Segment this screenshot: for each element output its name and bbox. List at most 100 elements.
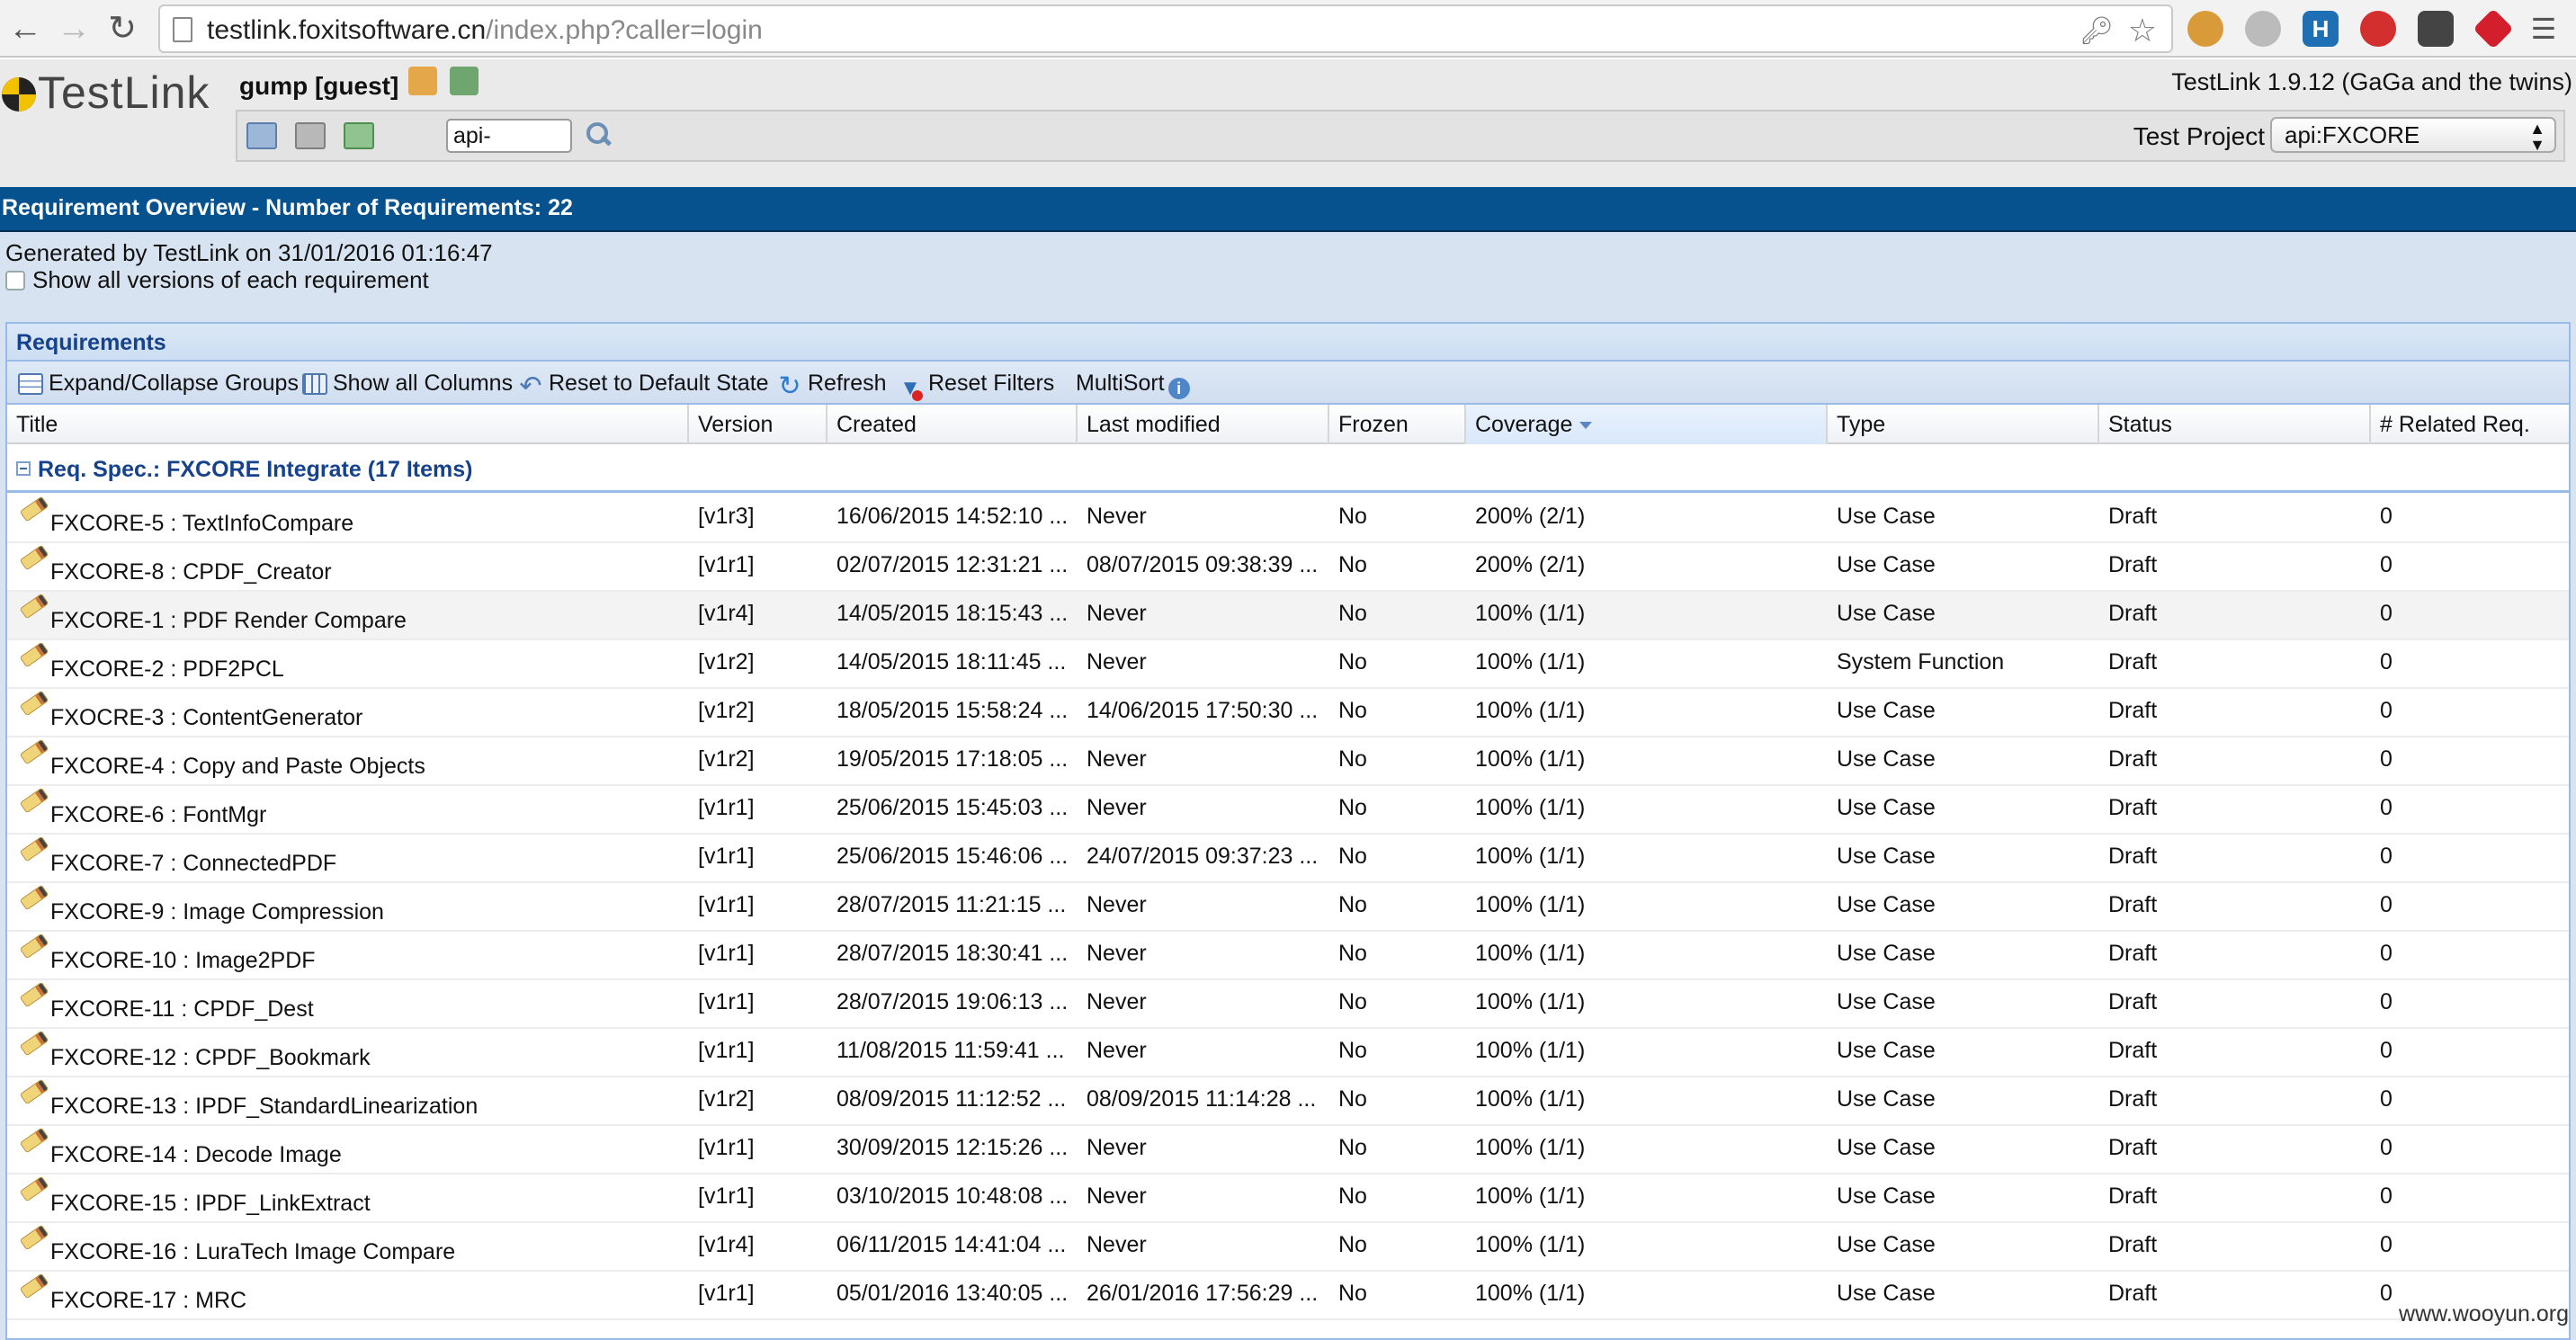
- table-row[interactable]: FXCORE-10 : Image2PDF [v1r1] 28/07/2015 18…: [7, 932, 2569, 980]
- edit-pencil-icon[interactable]: [21, 934, 48, 958]
- cell-title[interactable]: FXOCRE-3 : ContentGenerator: [50, 705, 362, 731]
- table-row[interactable]: FXCORE-17 : MRC [v1r1] 05/01/2016 13:40:05…: [7, 1272, 2569, 1320]
- expand-collapse-button[interactable]: Expand/Collapse Groups: [18, 367, 299, 399]
- cell-title[interactable]: FXCORE-10 : Image2PDF: [50, 948, 316, 974]
- table-row[interactable]: FXCORE-2 : PDF2PCL [v1r2] 14/05/2015 18:11…: [7, 640, 2569, 689]
- cookie-extension-icon[interactable]: [2187, 11, 2223, 47]
- multisort-button[interactable]: MultiSort i: [1076, 367, 1190, 399]
- column-title[interactable]: Title: [7, 405, 689, 444]
- table-row[interactable]: FXCORE-14 : Decode Image [v1r1] 30/09/2015…: [7, 1126, 2569, 1175]
- edit-pencil-icon[interactable]: [21, 837, 48, 861]
- cell-title[interactable]: FXCORE-8 : CPDF_Creator: [50, 559, 332, 585]
- column-version[interactable]: Version: [689, 405, 827, 444]
- table-row[interactable]: FXCORE-13 : IPDF_StandardLinearization [v…: [7, 1077, 2569, 1126]
- table-row[interactable]: FXCORE-8 : CPDF_Creator [v1r1] 02/07/2015 …: [7, 543, 2569, 592]
- column-last-modified[interactable]: Last modified: [1078, 405, 1329, 444]
- table-row[interactable]: FXCORE-6 : FontMgr [v1r1] 25/06/2015 15:45…: [7, 786, 2569, 835]
- edit-pencil-icon[interactable]: [21, 1274, 48, 1298]
- cell-type: System Function: [1837, 649, 2005, 674]
- reset-filters-button[interactable]: ▼ Reset Filters: [898, 367, 1054, 401]
- edit-pencil-icon[interactable]: [21, 983, 48, 1006]
- cell-title[interactable]: FXCORE-11 : CPDF_Dest: [50, 996, 314, 1023]
- home-icon[interactable]: [246, 122, 277, 149]
- cell-related-req: 0: [2380, 601, 2393, 626]
- edit-pencil-icon[interactable]: [21, 1080, 48, 1103]
- cell-title[interactable]: FXCORE-2 : PDF2PCL: [50, 657, 284, 683]
- key-icon[interactable]: 🔑︎: [2080, 15, 2114, 47]
- edit-pencil-icon[interactable]: [21, 1226, 48, 1249]
- edit-pencil-icon[interactable]: [21, 1129, 48, 1152]
- column-status[interactable]: Status: [2099, 405, 2371, 444]
- menu-icon[interactable]: ☰: [2526, 9, 2562, 49]
- cell-created: 14/05/2015 18:15:43 ...: [836, 601, 1069, 626]
- edit-pencil-icon[interactable]: [21, 1032, 48, 1055]
- reload-icon[interactable]: ↻: [104, 9, 140, 49]
- edit-pencil-icon[interactable]: [21, 886, 48, 909]
- cell-frozen: No: [1338, 1281, 1367, 1306]
- browser-toolbar: ← → ↻ testlink.foxitsoftware.cn/index.ph…: [0, 0, 2576, 58]
- evernote-extension-icon[interactable]: [2418, 11, 2454, 47]
- edit-pencil-icon[interactable]: [21, 643, 48, 666]
- table-row[interactable]: FXCORE-7 : ConnectedPDF [v1r1] 25/06/2015 …: [7, 835, 2569, 883]
- bookmark-star-icon[interactable]: ☆: [2128, 12, 2157, 49]
- cart-icon[interactable]: [295, 122, 326, 149]
- column-frozen[interactable]: Frozen: [1329, 405, 1466, 444]
- cell-title[interactable]: FXCORE-12 : CPDF_Bookmark: [50, 1045, 371, 1071]
- h-extension-icon[interactable]: H: [2303, 11, 2339, 47]
- edit-pencil-icon[interactable]: [21, 740, 48, 764]
- table-row[interactable]: FXCORE-5 : TextInfoCompare [v1r3] 16/06/20…: [7, 495, 2569, 543]
- cell-title[interactable]: FXCORE-5 : TextInfoCompare: [50, 511, 353, 537]
- cell-title[interactable]: FXCORE-16 : LuraTech Image Compare: [50, 1239, 455, 1265]
- edit-pencil-icon[interactable]: [21, 1177, 48, 1201]
- column-created[interactable]: Created: [827, 405, 1078, 444]
- sync-extension-icon[interactable]: [2245, 11, 2281, 47]
- table-row[interactable]: FXCORE-9 : Image Compression [v1r1] 28/07/…: [7, 883, 2569, 932]
- project-select[interactable]: api:FXCORE ▲ ▼: [2270, 117, 2556, 153]
- table-row[interactable]: FXCORE-12 : CPDF_Bookmark [v1r1] 11/08/201…: [7, 1029, 2569, 1077]
- table-row[interactable]: FXCORE-4 : Copy and Paste Objects [v1r2] 1…: [7, 737, 2569, 786]
- show-versions-checkbox[interactable]: [5, 271, 25, 290]
- refresh-button[interactable]: ↻ Refresh: [777, 367, 886, 400]
- table-row[interactable]: FXCORE-11 : CPDF_Dest [v1r1] 28/07/2015 19…: [7, 980, 2569, 1029]
- search-icon[interactable]: [583, 121, 612, 149]
- cell-created: 18/05/2015 15:58:24 ...: [836, 698, 1069, 723]
- table-row[interactable]: FXOCRE-3 : ContentGenerator [v1r2] 18/05/2…: [7, 689, 2569, 737]
- edit-pencil-icon[interactable]: [21, 789, 48, 812]
- group-header[interactable]: Req. Spec.: FXCORE Integrate (17 Items): [7, 446, 2569, 493]
- show-versions-option[interactable]: Show all versions of each requirement: [5, 266, 429, 294]
- edit-pencil-icon[interactable]: [21, 497, 48, 521]
- edit-pencil-icon[interactable]: [21, 546, 48, 569]
- column-related-req[interactable]: # Related Req.: [2371, 405, 2569, 444]
- collapse-icon[interactable]: [16, 461, 31, 476]
- cell-title[interactable]: FXCORE-6 : FontMgr: [50, 802, 266, 828]
- address-bar[interactable]: testlink.foxitsoftware.cn/index.php?call…: [158, 4, 2173, 53]
- opera-extension-icon[interactable]: [2360, 11, 2396, 47]
- reset-default-button[interactable]: ↶ Reset to Default State: [518, 367, 768, 400]
- cell-title[interactable]: FXCORE-4 : Copy and Paste Objects: [50, 754, 425, 780]
- cell-title[interactable]: FXCORE-17 : MRC: [50, 1288, 246, 1314]
- edit-pencil-icon[interactable]: [21, 594, 48, 618]
- url-text[interactable]: testlink.foxitsoftware.cn/index.php?call…: [207, 13, 763, 48]
- table-row[interactable]: FXCORE-16 : LuraTech Image Compare [v1r4]…: [7, 1223, 2569, 1272]
- cell-title[interactable]: FXCORE-14 : Decode Image: [50, 1142, 342, 1168]
- cell-title[interactable]: FXCORE-7 : ConnectedPDF: [50, 851, 336, 877]
- personal-settings-icon[interactable]: [408, 67, 437, 95]
- show-columns-button[interactable]: Show all Columns: [302, 367, 513, 399]
- cell-title[interactable]: FXCORE-9 : Image Compression: [50, 899, 384, 925]
- column-type[interactable]: Type: [1828, 405, 2099, 444]
- back-arrow-icon[interactable]: ←: [7, 9, 43, 49]
- generated-text: Generated by TestLink on 31/01/2016 01:1…: [5, 239, 493, 266]
- cell-title[interactable]: FXCORE-1 : PDF Render Compare: [50, 608, 407, 634]
- search-input[interactable]: [446, 119, 572, 153]
- column-coverage[interactable]: Coverage: [1466, 405, 1828, 444]
- cell-title[interactable]: FXCORE-13 : IPDF_StandardLinearization: [50, 1094, 478, 1120]
- cell-title[interactable]: FXCORE-15 : IPDF_LinkExtract: [50, 1191, 371, 1217]
- table-row[interactable]: FXCORE-1 : PDF Render Compare [v1r4] 14/05…: [7, 592, 2569, 640]
- cell-coverage: 100% (1/1): [1475, 601, 1586, 626]
- table-row[interactable]: FXCORE-15 : IPDF_LinkExtract [v1r1] 03/10/…: [7, 1175, 2569, 1223]
- red-diamond-extension-icon[interactable]: [2473, 8, 2514, 49]
- tree-icon[interactable]: [344, 122, 374, 149]
- forward-arrow-icon[interactable]: →: [56, 9, 92, 49]
- edit-pencil-icon[interactable]: [21, 692, 48, 715]
- logout-icon[interactable]: [450, 67, 479, 95]
